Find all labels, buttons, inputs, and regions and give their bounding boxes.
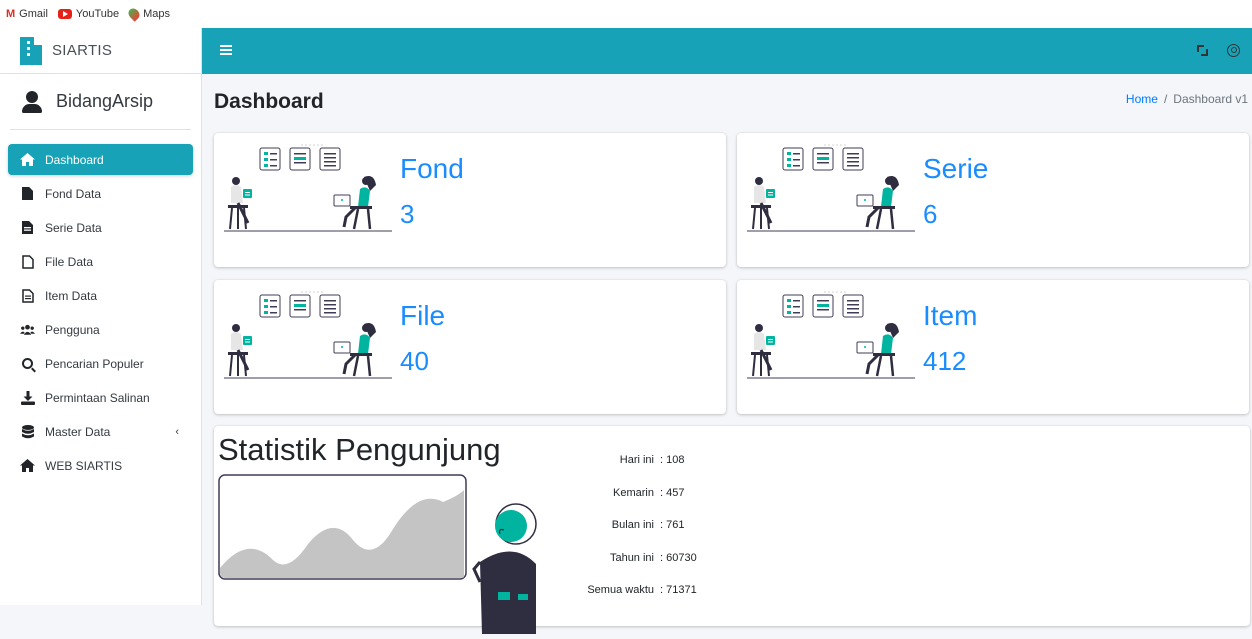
stats-row-year: Tahun ini : 60730 <box>568 542 699 575</box>
sidebar-item-pencarian-populer[interactable]: Pencarian Populer <box>8 348 193 379</box>
stats-value: : 108 <box>660 454 685 467</box>
stat-card-value: 3 <box>400 199 415 229</box>
sidebar-item-label: Pencarian Populer <box>45 356 144 371</box>
stat-card-title: Item <box>923 300 978 331</box>
sidebar-item-web-siartis[interactable]: WEB SIARTIS <box>8 450 193 481</box>
stat-card-title: Serie <box>923 153 989 184</box>
sidebar-item-item-data[interactable]: Item Data <box>8 280 193 311</box>
breadcrumb-home-link[interactable]: Home <box>1126 92 1158 106</box>
bookmark-label: Gmail <box>19 8 48 20</box>
breadcrumb: Home / Dashboard v1 <box>1126 92 1248 106</box>
stats-label: Tahun ini <box>609 551 654 564</box>
sidebar-item-file-data[interactable]: File Data <box>8 246 193 277</box>
visitor-stats-card: Statistik Pengunjung Hari ini : 108 Kema… <box>214 426 1250 634</box>
brand-link[interactable]: SIARTIS <box>0 28 201 74</box>
chevron-left-icon: ‹ <box>175 425 179 438</box>
sidebar-item-dashboard[interactable]: Dashboard <box>8 144 193 175</box>
users-icon <box>20 322 35 337</box>
stats-label: Bulan ini <box>611 519 654 532</box>
stats-value: : 761 <box>660 519 685 532</box>
stats-label: Hari ini <box>619 454 654 467</box>
people-working-illustration <box>224 143 394 247</box>
stat-card-value: 6 <box>923 199 938 229</box>
file-alt-icon <box>20 220 35 235</box>
file-icon <box>20 186 35 201</box>
youtube-icon <box>57 9 72 19</box>
stats-row-all-time: Semua waktu : 71371 <box>568 574 699 607</box>
home-icon <box>20 458 35 473</box>
home-icon <box>20 152 35 167</box>
top-navbar <box>202 28 1252 74</box>
sidebar-item-label: Master Data <box>45 424 111 439</box>
bookmark-youtube[interactable]: YouTube <box>57 8 120 20</box>
sidebar-item-fond-data[interactable]: Fond Data <box>8 178 193 209</box>
stat-card-serie[interactable]: Serie 6 <box>737 133 1249 267</box>
brand-name: SIARTIS <box>52 42 113 59</box>
bookmark-label: YouTube <box>75 8 120 20</box>
user-panel: BidangArsip <box>10 74 191 130</box>
search-icon <box>20 356 35 371</box>
bookmark-maps[interactable]: Maps <box>126 6 171 22</box>
stats-value: : 71371 <box>660 584 697 597</box>
zip-file-logo-icon <box>20 36 42 65</box>
sidebar-item-permintaan-salinan[interactable]: Permintaan Salinan <box>8 382 193 413</box>
gmail-icon: M <box>6 8 16 20</box>
stat-card-value: 412 <box>923 346 967 376</box>
stat-card-file[interactable]: File 40 <box>214 280 726 414</box>
sidebar-item-pengguna[interactable]: Pengguna <box>8 314 193 345</box>
stat-card-item[interactable]: Item 412 <box>737 280 1249 414</box>
content-header: Dashboard Home / Dashboard v1 <box>202 74 1252 130</box>
stats-label: Kemarin <box>613 486 654 499</box>
fullscreen-icon[interactable] <box>1197 45 1208 56</box>
user-name[interactable]: BidangArsip <box>56 91 153 112</box>
visitor-stats-list: Hari ini : 108 Kemarin : 457 Bulan ini :… <box>568 444 699 607</box>
visitor-stats-title: Statistik Pengunjung <box>218 432 501 467</box>
user-icon <box>22 90 42 113</box>
stat-card-value: 40 <box>400 346 429 376</box>
people-working-illustration <box>747 143 917 247</box>
bookmark-label: Maps <box>143 8 171 20</box>
maps-icon <box>126 6 142 22</box>
people-working-illustration <box>224 290 394 394</box>
sidebar-item-master-data[interactable]: Master Data ‹ <box>8 416 193 447</box>
growth-chart-illustration <box>218 474 548 634</box>
sidebar-nav: Dashboard Fond Data Serie Data File Data… <box>0 144 201 481</box>
stats-value: : 457 <box>660 486 685 499</box>
hamburger-menu-icon[interactable] <box>220 45 232 55</box>
sidebar-item-serie-data[interactable]: Serie Data <box>8 212 193 243</box>
database-icon <box>20 424 35 439</box>
sidebar-item-label: Serie Data <box>45 220 102 235</box>
breadcrumb-current: Dashboard v1 <box>1173 92 1248 106</box>
page-title: Dashboard <box>214 90 324 113</box>
stats-label: Semua waktu <box>587 584 654 597</box>
sidebar-item-label: Pengguna <box>45 322 100 337</box>
download-icon <box>20 390 35 405</box>
stat-card-fond[interactable]: Fond 3 <box>214 133 726 267</box>
stats-value: : 60730 <box>660 551 697 564</box>
sidebar-item-label: Fond Data <box>45 186 102 201</box>
file-outline-icon <box>20 254 35 269</box>
file-lines-icon <box>20 288 35 303</box>
stat-card-title: File <box>400 300 446 331</box>
breadcrumb-separator: / <box>1163 92 1168 106</box>
stats-row-yesterday: Kemarin : 457 <box>568 477 699 510</box>
sidebar-item-label: File Data <box>45 254 94 269</box>
people-working-illustration <box>747 290 917 394</box>
sidebar-item-label: Permintaan Salinan <box>45 390 150 405</box>
user-account-icon[interactable] <box>1227 44 1240 57</box>
sidebar-item-label: WEB SIARTIS <box>45 458 123 473</box>
sidebar: SIARTIS BidangArsip Dashboard Fond Data … <box>0 28 202 605</box>
bookmark-gmail[interactable]: M Gmail <box>6 8 48 20</box>
sidebar-item-label: Item Data <box>45 288 98 303</box>
stats-row-month: Bulan ini : 761 <box>568 509 699 542</box>
stats-row-today: Hari ini : 108 <box>568 444 699 477</box>
bookmarks-bar: M Gmail YouTube Maps <box>0 0 1252 28</box>
stat-card-title: Fond <box>400 153 464 184</box>
sidebar-item-label: Dashboard <box>45 152 104 167</box>
